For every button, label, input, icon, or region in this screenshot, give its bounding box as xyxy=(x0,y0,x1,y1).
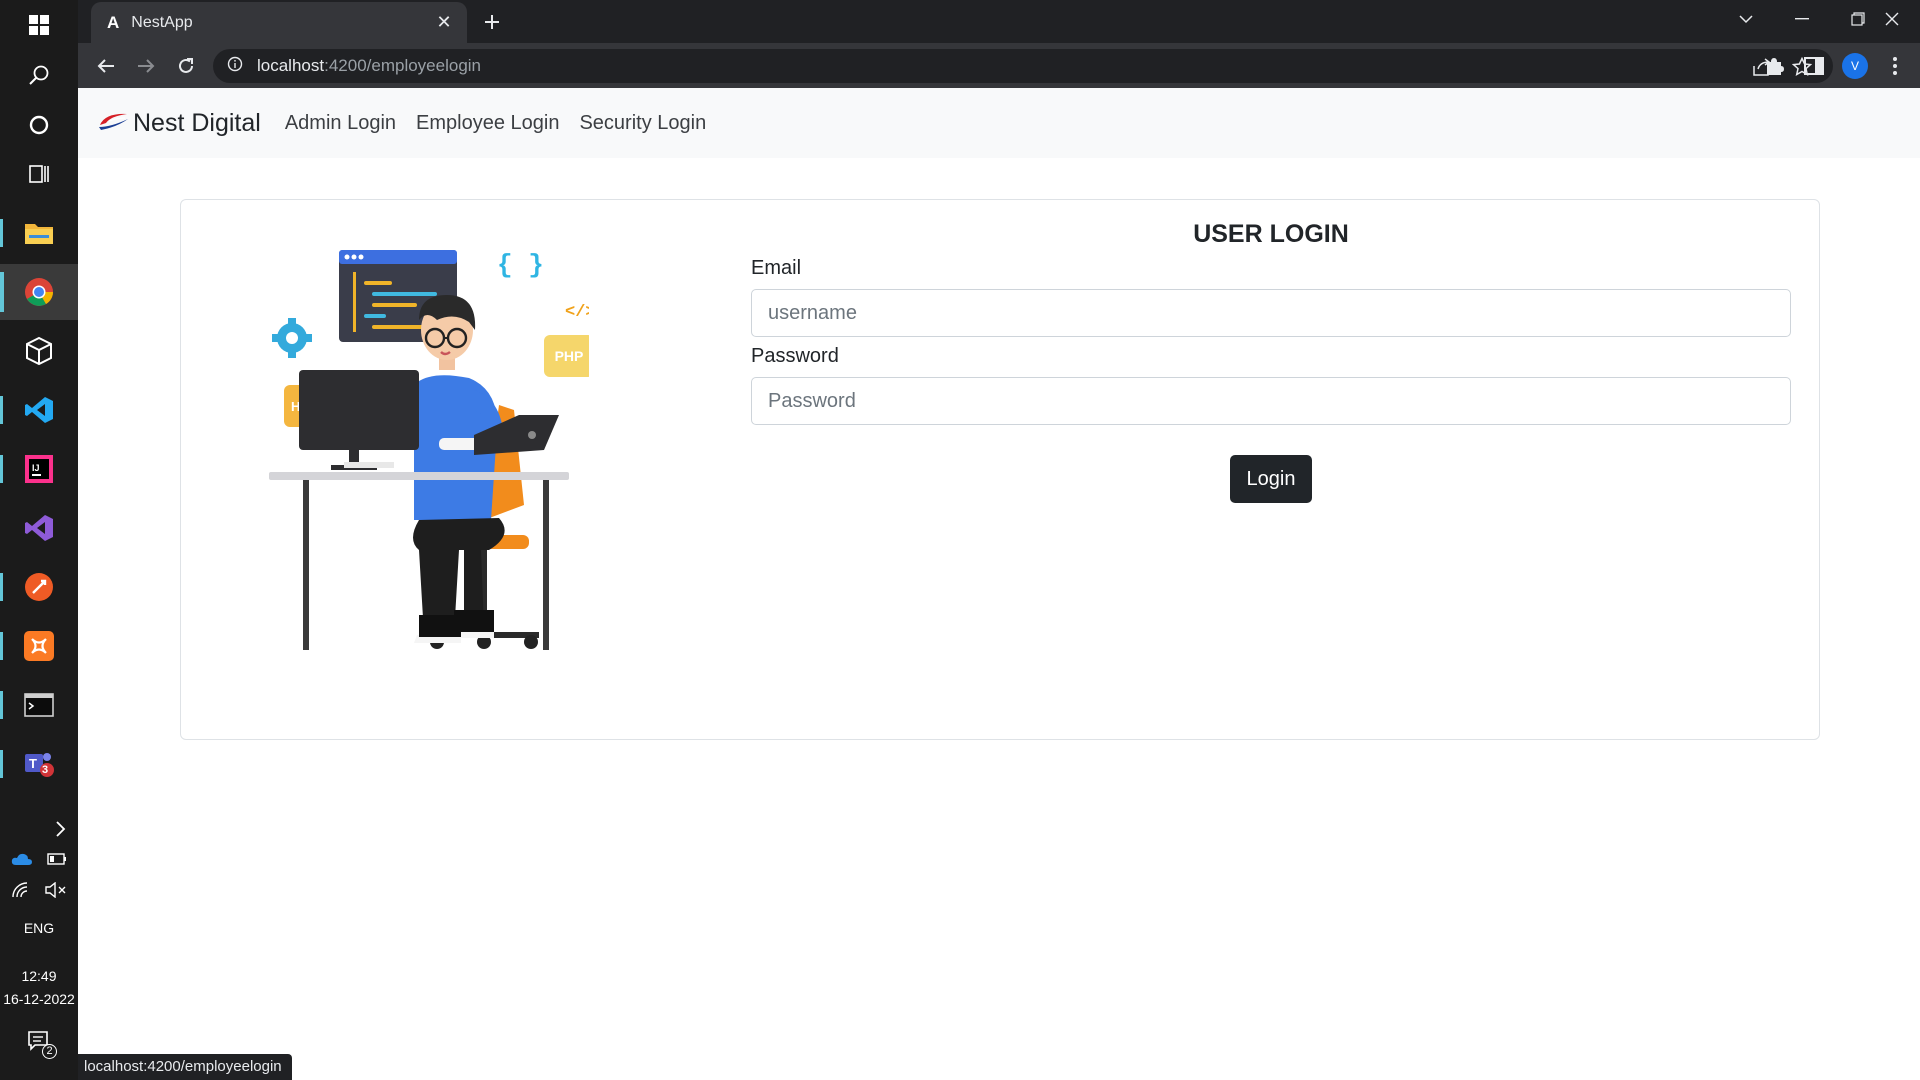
brand[interactable]: Nest Digital xyxy=(97,109,261,138)
3d-cube-app-icon[interactable] xyxy=(0,323,78,379)
page-viewport: Nest Digital Admin Login Employee Login … xyxy=(78,88,1920,1080)
browser-tab-nestapp[interactable]: A NestApp ✕ xyxy=(91,2,467,43)
cortana-icon[interactable] xyxy=(0,102,78,148)
profile-avatar[interactable]: V xyxy=(1842,53,1868,79)
email-field[interactable] xyxy=(751,289,1791,337)
minimize-icon[interactable] xyxy=(1774,0,1830,38)
language-indicator[interactable]: ENG xyxy=(0,920,78,936)
curly-braces-icon: { } xyxy=(497,250,544,280)
browser-window: A NestApp ✕ localhost:4200/employeelogi… xyxy=(78,0,1920,1080)
url-host: localhost xyxy=(257,56,325,75)
nav-link-admin-login[interactable]: Admin Login xyxy=(285,112,396,135)
nav-link-security-login[interactable]: Security Login xyxy=(579,112,706,135)
tab-search-chevron-icon[interactable] xyxy=(1718,0,1774,38)
terminal-app-icon[interactable] xyxy=(0,677,78,733)
more-menu-icon[interactable] xyxy=(1882,53,1908,79)
new-tab-plus-icon[interactable] xyxy=(478,8,506,36)
svg-text:PHP: PHP xyxy=(555,348,584,364)
svg-text:IJ: IJ xyxy=(32,463,40,473)
intellij-app-icon[interactable]: IJ xyxy=(0,441,78,497)
site-info-icon[interactable] xyxy=(227,56,243,77)
back-arrow-icon[interactable] xyxy=(88,48,124,84)
password-label: Password xyxy=(751,345,839,367)
developer-illustration: { } </> HTML PHP xyxy=(269,250,589,650)
onedrive-icon[interactable] xyxy=(11,852,33,869)
clock-time[interactable]: 12:49 xyxy=(0,968,78,984)
wifi-icon[interactable] xyxy=(11,882,31,901)
tray-overflow-chevron-icon[interactable] xyxy=(0,820,78,841)
tab-title: NestApp xyxy=(131,13,193,31)
form-title: USER LOGIN xyxy=(1193,220,1349,248)
tab-close-icon[interactable]: ✕ xyxy=(433,12,455,33)
tab-strip: A NestApp ✕ xyxy=(78,0,1920,43)
gear-icon xyxy=(272,318,312,358)
close-window-icon[interactable] xyxy=(1864,0,1920,38)
vs-code-app-icon[interactable] xyxy=(0,382,78,438)
teams-app-icon[interactable]: T 3 xyxy=(0,736,78,792)
password-field[interactable] xyxy=(751,377,1791,425)
visual-studio-app-icon[interactable] xyxy=(0,500,78,556)
site-navbar: Nest Digital Admin Login Employee Login … xyxy=(78,88,1920,158)
brand-name: Nest Digital xyxy=(133,108,261,137)
login-card: { } </> HTML PHP xyxy=(180,199,1820,740)
login-form: USER LOGIN Email Password Login xyxy=(751,220,1791,503)
search-icon[interactable] xyxy=(0,52,78,98)
angular-favicon-icon: A xyxy=(107,12,120,32)
svg-text:T: T xyxy=(29,756,37,771)
forward-arrow-icon[interactable] xyxy=(128,48,164,84)
link-status-bubble: localhost:4200/employeelogin xyxy=(78,1054,292,1080)
email-label: Email xyxy=(751,257,802,279)
side-panel-icon[interactable] xyxy=(1801,53,1827,79)
notifications-badge: 2 xyxy=(42,1044,57,1059)
notifications-icon[interactable]: 2 xyxy=(0,1030,78,1059)
volume-muted-icon[interactable] xyxy=(45,881,67,901)
teams-badge: 3 xyxy=(42,764,49,776)
clock-date[interactable]: 16-12-2022 xyxy=(0,991,78,1007)
nest-digital-logo-icon xyxy=(97,110,131,137)
url-path: :4200/employeelogin xyxy=(324,56,482,75)
task-view-icon[interactable] xyxy=(0,151,78,197)
battery-icon[interactable] xyxy=(47,852,67,869)
windows-taskbar: IJ T 3 ENG 12:49 16-12-2022 2 xyxy=(0,0,78,1080)
html-tag-icon: </> xyxy=(565,303,589,322)
reload-icon[interactable] xyxy=(168,48,204,84)
nav-link-employee-login[interactable]: Employee Login xyxy=(416,112,559,135)
postman-app-icon[interactable] xyxy=(0,559,78,615)
xampp-app-icon[interactable] xyxy=(0,618,78,674)
chrome-app-icon[interactable] xyxy=(0,264,78,320)
address-bar[interactable]: localhost:4200/employeelogin xyxy=(213,49,1833,83)
tray-row-1 xyxy=(0,852,78,869)
browser-toolbar: localhost:4200/employeelogin V xyxy=(78,43,1920,88)
windows-start-icon[interactable] xyxy=(0,2,78,48)
login-button[interactable]: Login xyxy=(1230,455,1312,503)
tray-row-2 xyxy=(0,881,78,901)
file-explorer-app-icon[interactable] xyxy=(0,205,78,261)
extensions-puzzle-icon[interactable] xyxy=(1761,53,1787,79)
